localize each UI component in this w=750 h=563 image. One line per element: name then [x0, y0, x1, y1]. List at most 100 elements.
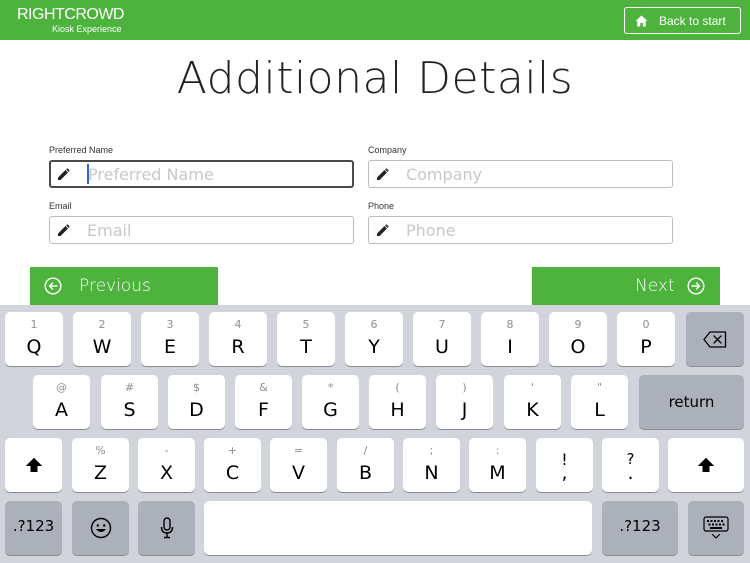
key-f[interactable]: & F — [235, 375, 292, 429]
brand-logo: RIGHTCROWD Kiosk Experience — [17, 6, 124, 34]
key-secondary: % — [95, 444, 106, 457]
key-period[interactable]: ?. — [602, 438, 659, 492]
page-title: Additional Details — [176, 53, 574, 104]
key-label: P — [640, 336, 652, 358]
brand-name: RIGHTCROWD — [17, 6, 124, 23]
key-p[interactable]: 0P — [617, 312, 675, 366]
key-secondary: 1 — [30, 318, 38, 331]
key-secondary: $ — [193, 381, 200, 394]
key-b[interactable]: / B — [337, 438, 394, 492]
key-s[interactable]: # S — [101, 375, 158, 429]
key-secondary: - — [164, 444, 169, 457]
key-label: G — [323, 399, 338, 421]
key-label: . — [627, 462, 634, 484]
next-button[interactable]: Next — [532, 267, 720, 305]
key-c[interactable]: + C — [204, 438, 261, 492]
key-secondary: 4 — [234, 318, 242, 331]
key-u[interactable]: 7U — [413, 312, 471, 366]
numbers-key-right[interactable]: .?123 — [602, 501, 678, 555]
brand-subtitle: Kiosk Experience — [52, 24, 122, 34]
key-secondary: 2 — [98, 318, 106, 331]
keyboard-hide-icon — [703, 516, 729, 539]
key-h[interactable]: (H — [369, 375, 426, 429]
key-label: X — [159, 462, 174, 484]
numbers-label: .?123 — [619, 517, 661, 535]
back-to-start-button[interactable]: Back to start — [624, 7, 741, 34]
key-label: L — [594, 399, 605, 421]
key-label: , — [561, 462, 568, 484]
key-x[interactable]: -X — [138, 438, 195, 492]
key-i[interactable]: 8I — [481, 312, 539, 366]
key-secondary: " — [596, 381, 603, 394]
key-label: J — [461, 399, 468, 421]
key-label: T — [300, 336, 312, 358]
previous-button[interactable]: Previous — [30, 267, 218, 305]
key-secondary: / — [363, 444, 368, 457]
key-secondary: & — [259, 381, 268, 394]
key-secondary: 6 — [370, 318, 378, 331]
previous-label: Previous — [79, 276, 151, 296]
key-l[interactable]: " L — [571, 375, 628, 429]
key-o[interactable]: 9O — [549, 312, 607, 366]
key-comma[interactable]: !, — [536, 438, 593, 492]
key-m[interactable]: :M — [469, 438, 526, 492]
emoji-icon — [90, 517, 111, 539]
backspace-key[interactable] — [686, 312, 744, 366]
key-label: B — [358, 462, 373, 484]
dictation-key[interactable] — [138, 501, 195, 555]
shift-key-right[interactable] — [668, 438, 744, 492]
pencil-icon — [377, 168, 389, 180]
key-z[interactable]: % Z — [72, 438, 129, 492]
microphone-icon — [160, 517, 173, 539]
key-secondary: ( — [395, 381, 400, 394]
arrow-right-circle-icon — [687, 277, 705, 295]
company-field[interactable] — [368, 160, 673, 188]
shift-icon — [25, 457, 42, 472]
key-label: U — [435, 336, 449, 358]
key-t[interactable]: 5T — [277, 312, 335, 366]
return-key[interactable]: return — [639, 375, 744, 429]
key-v[interactable]: = V — [270, 438, 327, 492]
preferred-name-field[interactable] — [49, 160, 354, 188]
key-n[interactable]: ; N — [403, 438, 460, 492]
preferred-name-label: Preferred Name — [49, 145, 114, 155]
email-field[interactable] — [49, 216, 354, 244]
key-k[interactable]: ' K — [504, 375, 561, 429]
key-label: H — [390, 399, 405, 421]
key-r[interactable]: 4R — [209, 312, 267, 366]
shift-key-left[interactable] — [5, 438, 62, 492]
preferred-name-input[interactable] — [88, 163, 348, 185]
home-icon — [635, 15, 648, 27]
back-to-start-label: Back to start — [659, 14, 726, 28]
key-g[interactable]: * G — [302, 375, 359, 429]
key-secondary: * — [327, 381, 334, 394]
key-a[interactable]: @ A — [33, 375, 90, 429]
key-q[interactable]: 1Q — [5, 312, 63, 366]
shift-icon — [697, 457, 715, 472]
key-label: E — [163, 336, 176, 358]
key-label: I — [507, 336, 513, 358]
phone-input[interactable] — [406, 219, 666, 241]
key-secondary: 9 — [574, 318, 582, 331]
key-label: V — [292, 462, 305, 484]
hide-keyboard-key[interactable] — [688, 501, 744, 555]
emoji-key[interactable] — [72, 501, 129, 555]
phone-label: Phone — [368, 201, 395, 211]
key-d[interactable]: $ D — [168, 375, 225, 429]
company-input[interactable] — [406, 163, 666, 185]
key-label: D — [189, 399, 204, 421]
space-key[interactable] — [204, 501, 592, 555]
key-label: M — [489, 462, 506, 484]
key-y[interactable]: 6Y — [345, 312, 403, 366]
key-secondary: = — [293, 444, 304, 457]
key-label: F — [258, 399, 269, 421]
key-w[interactable]: 2W — [73, 312, 131, 366]
key-label: R — [231, 336, 245, 358]
numbers-label: .?123 — [12, 517, 55, 535]
email-input[interactable] — [87, 219, 347, 241]
key-e[interactable]: 3E — [141, 312, 199, 366]
phone-field[interactable] — [368, 216, 673, 244]
numbers-key-left[interactable]: .?123 — [5, 501, 62, 555]
pencil-icon — [377, 224, 389, 236]
key-j[interactable]: ) J — [436, 375, 493, 429]
